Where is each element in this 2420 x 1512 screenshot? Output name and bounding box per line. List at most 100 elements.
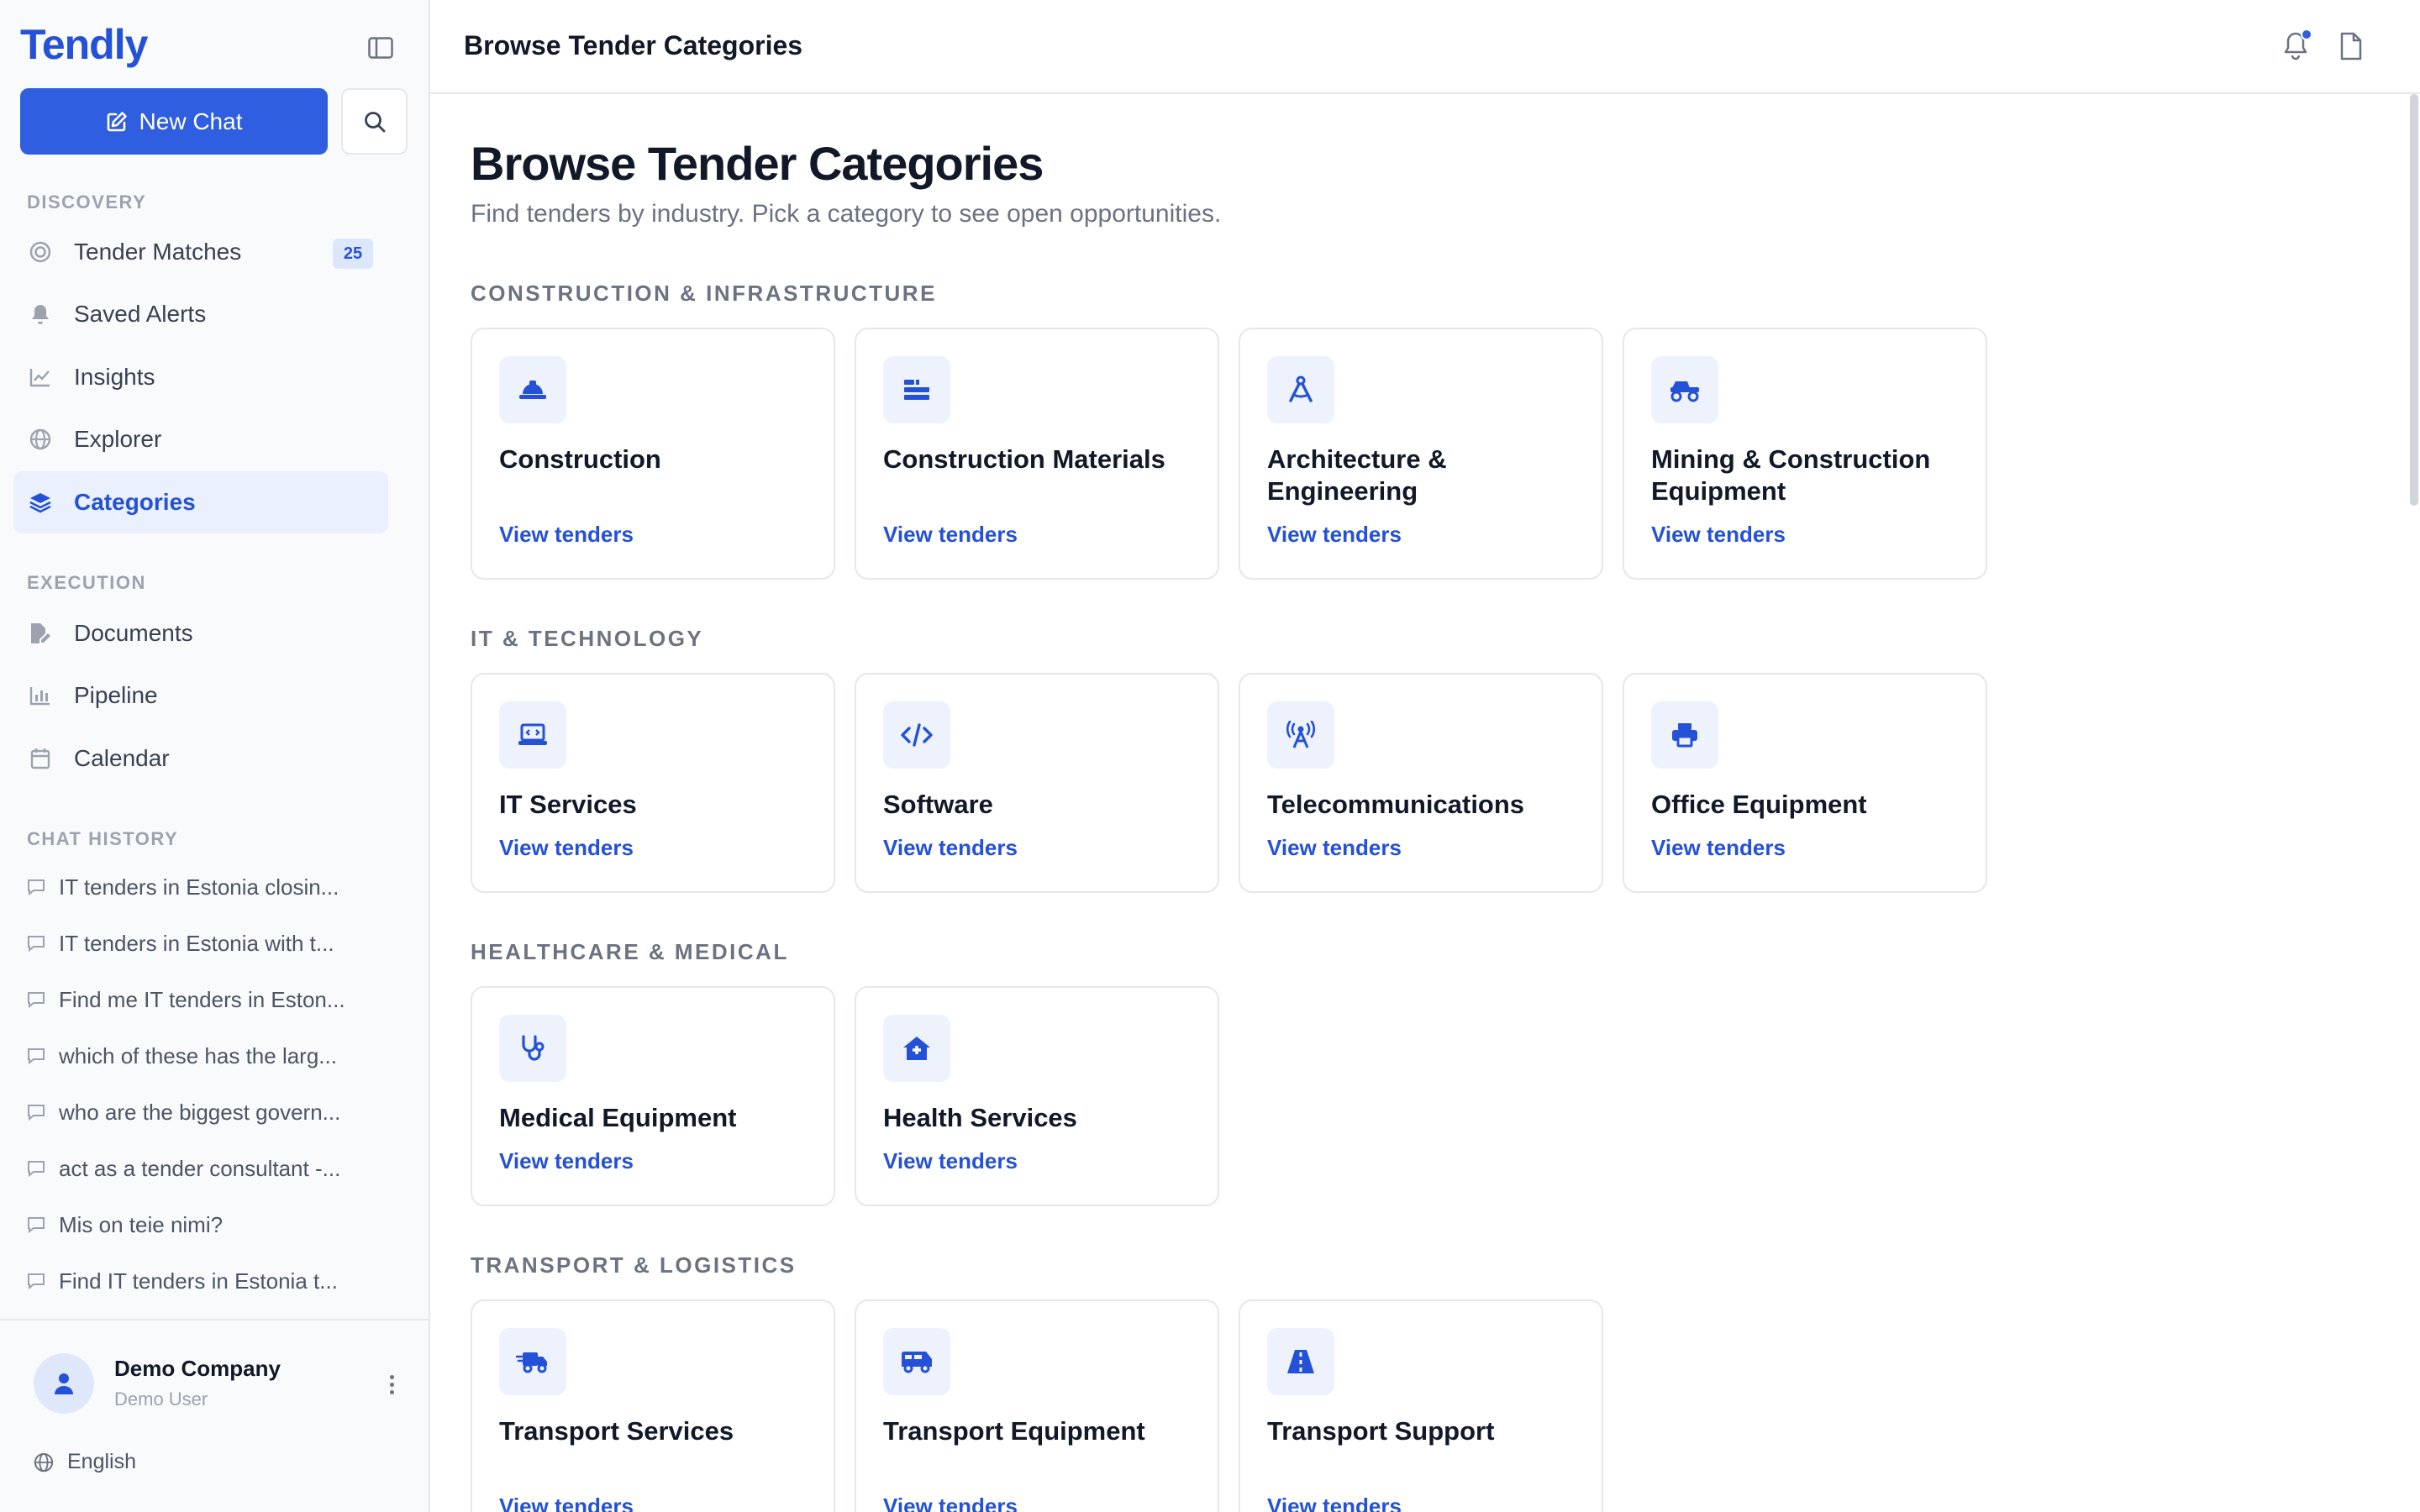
category-name: Telecommunications <box>1267 790 1525 819</box>
category-card-mining-construction-equipment[interactable]: Mining & Construction Equipment View ten… <box>1623 328 1987 580</box>
target-icon <box>29 240 52 264</box>
sidebar-item-categories[interactable]: Categories <box>13 471 388 533</box>
sidebar-item-label: Calendar <box>74 745 170 771</box>
category-card-it-services[interactable]: IT Services View tenders <box>471 673 835 893</box>
chat-history-label: Find IT tenders in Estonia t... <box>59 1268 338 1294</box>
category-card-architecture-engineering[interactable]: Architecture & Engineering View tenders <box>1239 328 1603 580</box>
message-icon <box>28 1161 45 1178</box>
view-tenders-link[interactable]: View tenders <box>1267 1494 1402 1512</box>
chat-history-label: who are the biggest govern... <box>59 1099 341 1125</box>
brand-logo[interactable]: Tendly <box>20 20 148 69</box>
category-card-office-equipment[interactable]: Office Equipment View tenders <box>1623 673 1987 893</box>
sidebar-item-saved-alerts[interactable]: Saved Alerts <box>13 283 388 345</box>
category-card-medical-equipment[interactable]: Medical Equipment View tenders <box>471 986 835 1206</box>
document-icon <box>2340 32 2362 60</box>
chat-history-label: Find me IT tenders in Eston... <box>59 986 345 1012</box>
avatar[interactable] <box>34 1353 94 1414</box>
chat-history-label: IT tenders in Estonia closin... <box>59 874 339 900</box>
sidebar-item-label: Tender Matches <box>74 239 242 265</box>
file-edit-icon <box>29 622 52 645</box>
sidebar-item-explorer[interactable]: Explorer <box>13 408 388 470</box>
message-icon <box>28 1217 45 1234</box>
new-chat-label: New Chat <box>139 108 243 134</box>
view-tenders-link[interactable]: View tenders <box>1267 522 1402 548</box>
category-group-title: TRANSPORT & LOGISTICS <box>471 1252 797 1278</box>
sidebar-item-documents[interactable]: Documents <box>13 602 388 664</box>
language-label: English <box>67 1450 136 1473</box>
more-options-icon[interactable] <box>383 1369 400 1399</box>
view-tenders-link[interactable]: View tenders <box>499 1494 634 1512</box>
calendar-icon <box>29 747 52 770</box>
code-icon <box>883 701 950 769</box>
chat-history-label: act as a tender consultant -... <box>59 1155 341 1181</box>
sidebar-item-pipeline[interactable]: Pipeline <box>13 664 388 727</box>
main-content: Browse Tender Categories Find tenders by… <box>430 94 2420 1512</box>
view-tenders-link[interactable]: View tenders <box>1651 835 1786 861</box>
sidebar-toggle-button[interactable] <box>363 30 398 66</box>
category-card-transport-equipment[interactable]: Transport Equipment View tenders <box>855 1299 1219 1512</box>
documents-button[interactable] <box>2339 32 2366 62</box>
view-tenders-link[interactable]: View tenders <box>1651 522 1786 548</box>
sidebar-divider <box>0 1319 429 1320</box>
matches-count-badge: 25 <box>333 239 373 269</box>
sidebar-item-tender-matches[interactable]: Tender Matches 25 <box>13 221 388 283</box>
chat-history-label: which of these has the larg... <box>59 1042 337 1068</box>
header-title: Browse Tender Categories <box>464 30 803 60</box>
language-selector[interactable]: English <box>34 1450 136 1474</box>
category-group-title: IT & TECHNOLOGY <box>471 626 704 651</box>
bell-icon <box>29 302 52 326</box>
view-tenders-link[interactable]: View tenders <box>883 1148 1018 1174</box>
category-name: Transport Services <box>499 1416 734 1446</box>
scrollbar[interactable] <box>2410 94 2418 506</box>
category-card-transport-services[interactable]: Transport Services View tenders <box>471 1299 835 1512</box>
sidebar-item-label: Insights <box>74 364 155 390</box>
category-card-software[interactable]: Software View tenders <box>855 673 1219 893</box>
excavator-icon <box>1651 356 1718 423</box>
sidebar-item-insights[interactable]: Insights <box>13 346 388 408</box>
category-name: Software <box>883 790 993 819</box>
globe-icon <box>34 1452 54 1472</box>
view-tenders-link[interactable]: View tenders <box>1267 835 1402 861</box>
chat-history-item[interactable]: IT tenders in Estonia with t... <box>27 922 380 964</box>
globe-icon <box>29 428 52 451</box>
category-name: Office Equipment <box>1651 790 1867 819</box>
category-card-telecommunications[interactable]: Telecommunications View tenders <box>1239 673 1603 893</box>
view-tenders-link[interactable]: View tenders <box>499 835 634 861</box>
top-bar: Browse Tender Categories <box>430 0 2420 94</box>
sidebar: Tendly New Chat DISCOVERY Tender Matches… <box>0 0 430 1512</box>
notifications-button[interactable] <box>2282 29 2312 64</box>
chat-history-label: IT tenders in Estonia with t... <box>59 930 334 956</box>
category-card-health-services[interactable]: Health Services View tenders <box>855 986 1219 1206</box>
message-icon <box>28 1048 45 1065</box>
page-subtitle: Find tenders by industry. Pick a categor… <box>471 200 1222 228</box>
view-tenders-link[interactable]: View tenders <box>499 1148 634 1174</box>
category-card-construction[interactable]: Construction View tenders <box>471 328 835 580</box>
view-tenders-link[interactable]: View tenders <box>883 522 1018 548</box>
message-icon <box>28 879 45 896</box>
chat-history-item[interactable]: Find IT tenders in Estonia t... <box>27 1260 380 1302</box>
line-chart-icon <box>29 365 52 389</box>
sidebar-item-label: Categories <box>74 489 196 515</box>
laptop-code-icon <box>499 701 566 769</box>
chat-history-item[interactable]: who are the biggest govern... <box>27 1091 380 1133</box>
layers-icon <box>29 491 52 514</box>
category-name: Transport Equipment <box>883 1416 1145 1446</box>
chat-history-label: Mis on teie nimi? <box>59 1211 224 1237</box>
chat-history-item[interactable]: act as a tender consultant -... <box>27 1147 380 1189</box>
view-tenders-link[interactable]: View tenders <box>883 1494 1018 1512</box>
chat-history-item[interactable]: which of these has the larg... <box>27 1035 380 1077</box>
category-card-transport-support[interactable]: Transport Support View tenders <box>1239 1299 1603 1512</box>
search-button[interactable] <box>341 88 408 155</box>
hard-hat-icon <box>499 356 566 423</box>
chat-history-item[interactable]: Find me IT tenders in Eston... <box>27 979 380 1021</box>
message-icon <box>28 992 45 1009</box>
chat-history-item[interactable]: Mis on teie nimi? <box>27 1204 380 1246</box>
chat-history-item[interactable]: IT tenders in Estonia closin... <box>27 866 380 908</box>
new-chat-button[interactable]: New Chat <box>20 88 328 155</box>
view-tenders-link[interactable]: View tenders <box>499 522 634 548</box>
view-tenders-link[interactable]: View tenders <box>883 835 1018 861</box>
stethoscope-icon <box>499 1015 566 1082</box>
sidebar-item-calendar[interactable]: Calendar <box>13 727 388 790</box>
category-card-construction-materials[interactable]: Construction Materials View tenders <box>855 328 1219 580</box>
message-icon <box>28 936 45 953</box>
